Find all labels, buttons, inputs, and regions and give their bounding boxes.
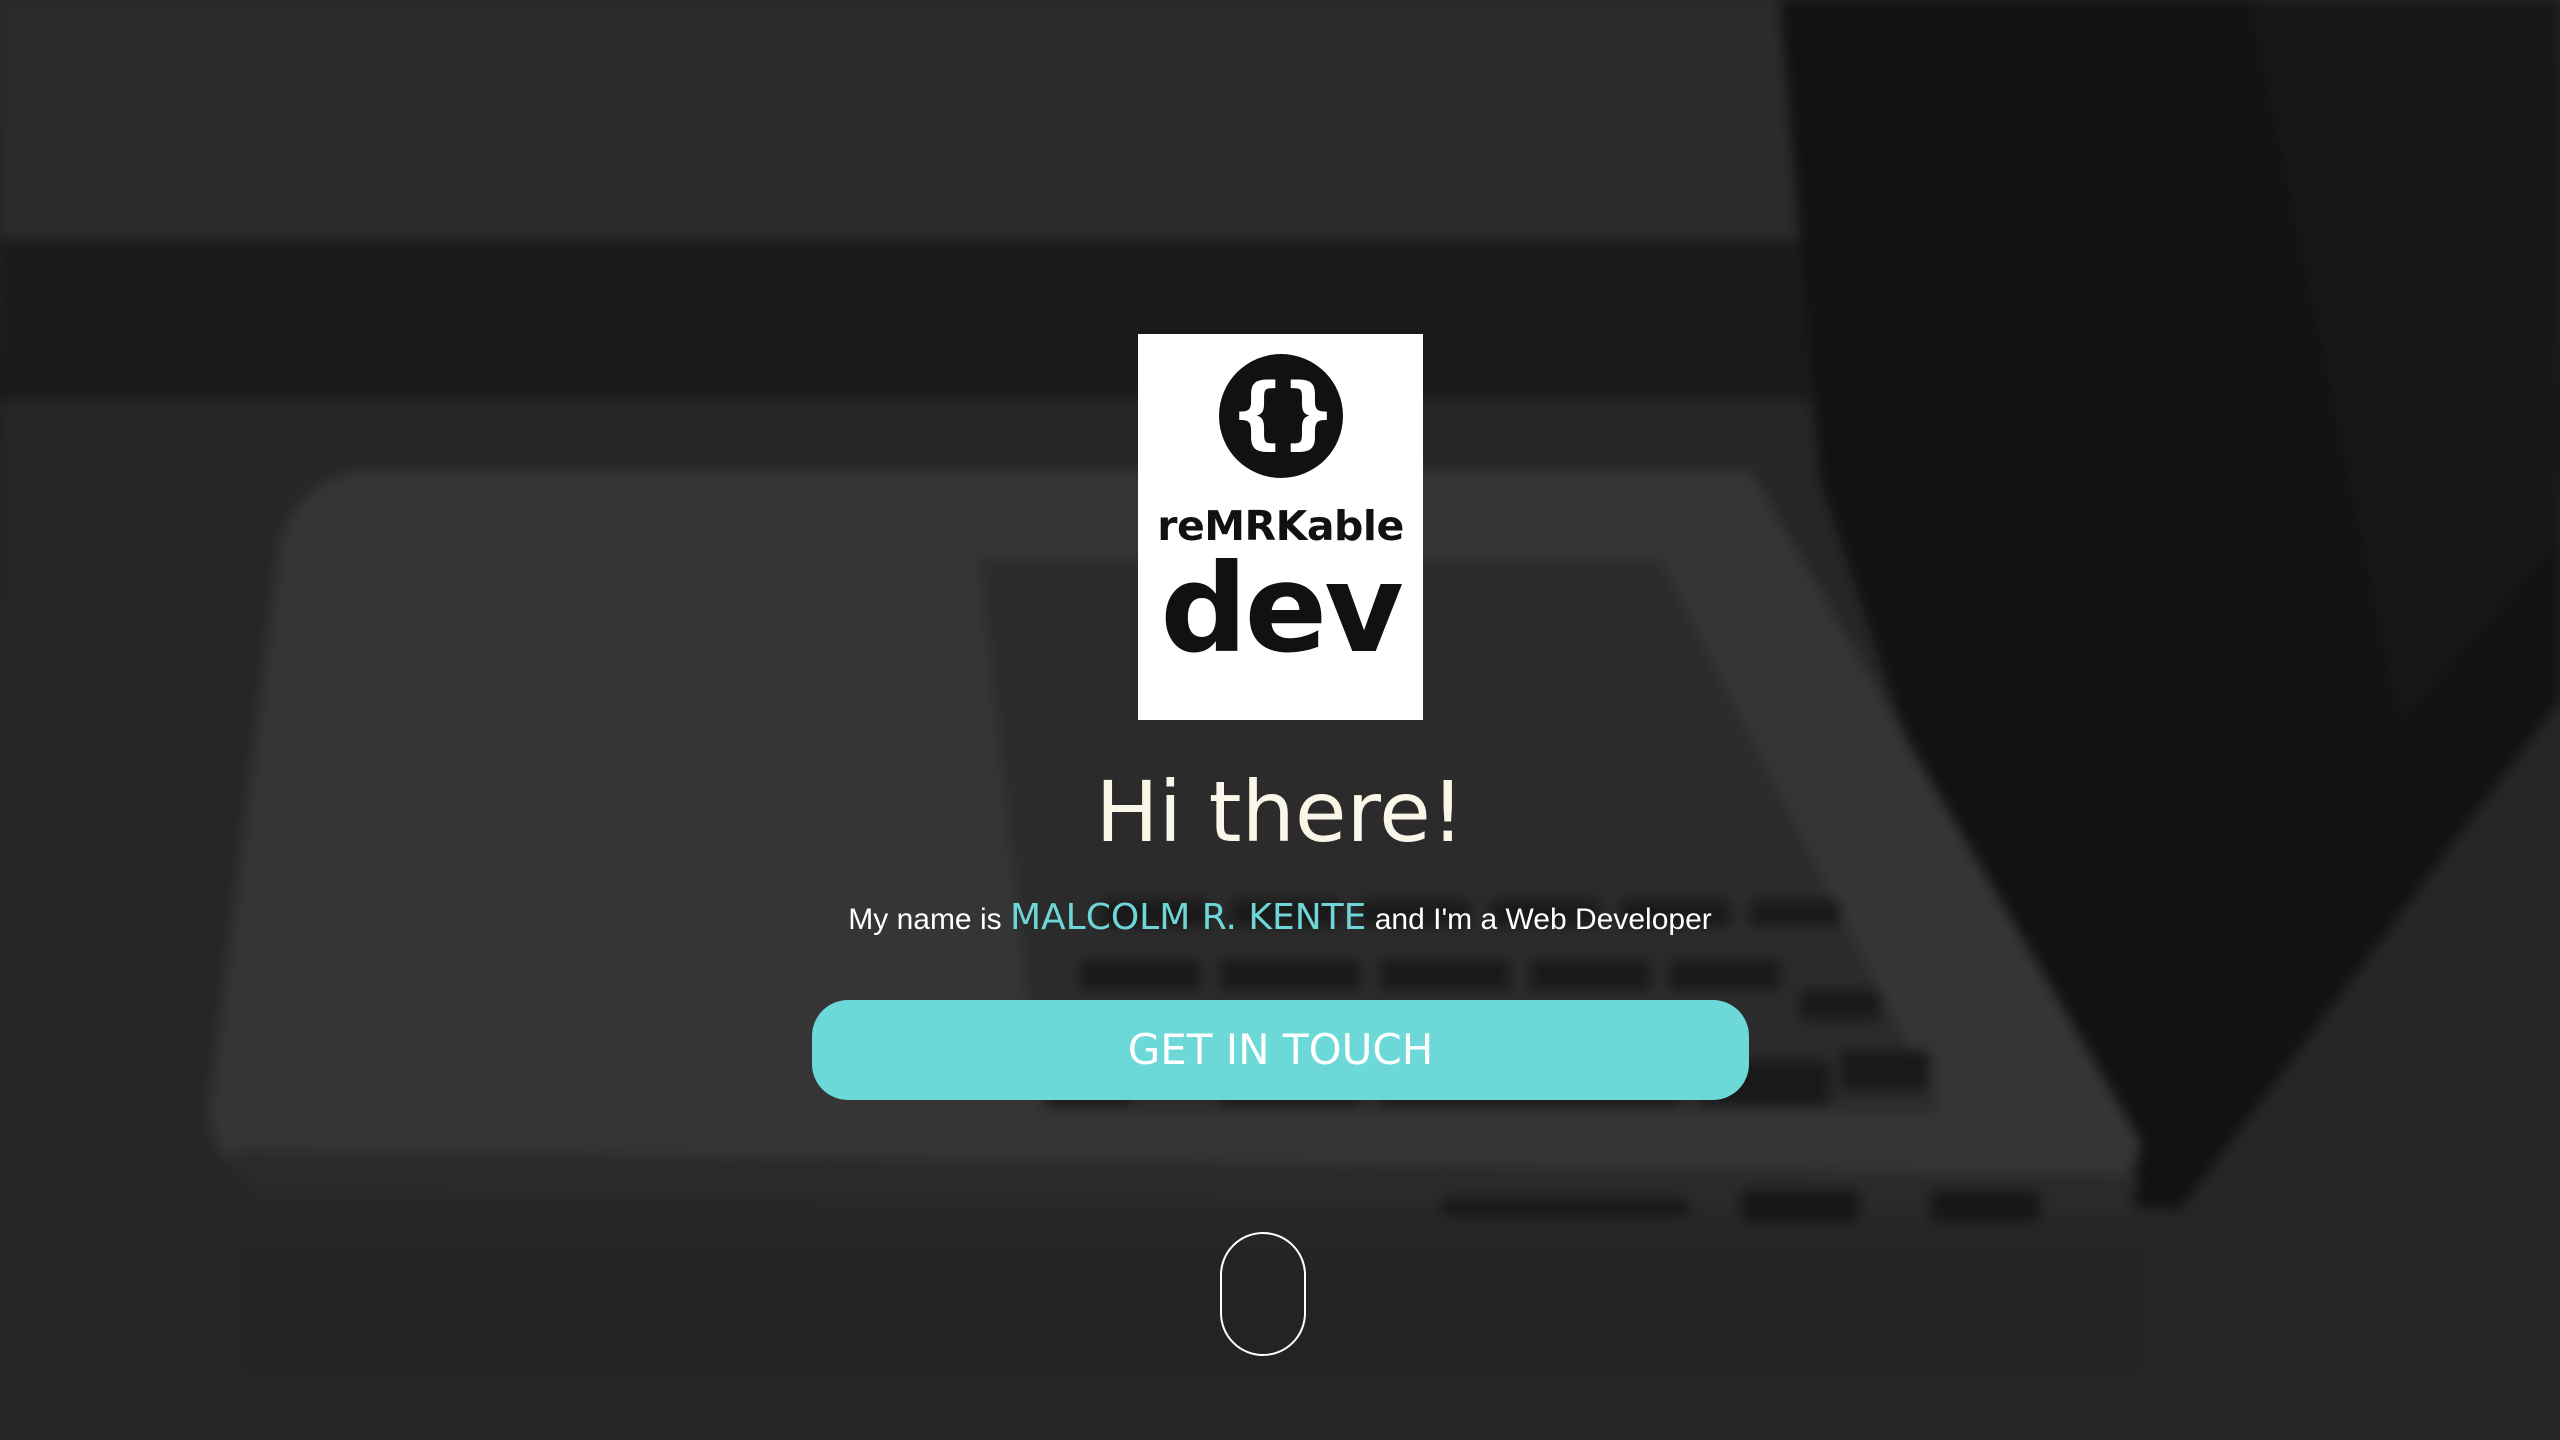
logo-dev-text: dev [1160,538,1404,680]
background-overlay [0,0,2560,1440]
hero-intro: My name is MALCOLM R. KENTE and I'm a We… [0,894,2560,944]
curly-braces-icon: {} [1219,354,1343,478]
logo-braces-glyph: {} [1229,368,1336,458]
brand-logo: {} reMRKable dev [1138,334,1423,720]
mouse-scroll-icon[interactable] [1220,1232,1306,1356]
hero-heading: Hi there! [1095,763,1465,861]
hero-section: {} reMRKable dev Hi there! My name is MA… [0,0,2560,1440]
intro-prefix: My name is [848,903,1010,936]
intro-suffix: and I'm a Web Developer [1366,903,1712,936]
developer-name: MALCOLM R. KENTE [1009,897,1367,938]
get-in-touch-button[interactable]: GET IN TOUCH [812,1000,1749,1100]
